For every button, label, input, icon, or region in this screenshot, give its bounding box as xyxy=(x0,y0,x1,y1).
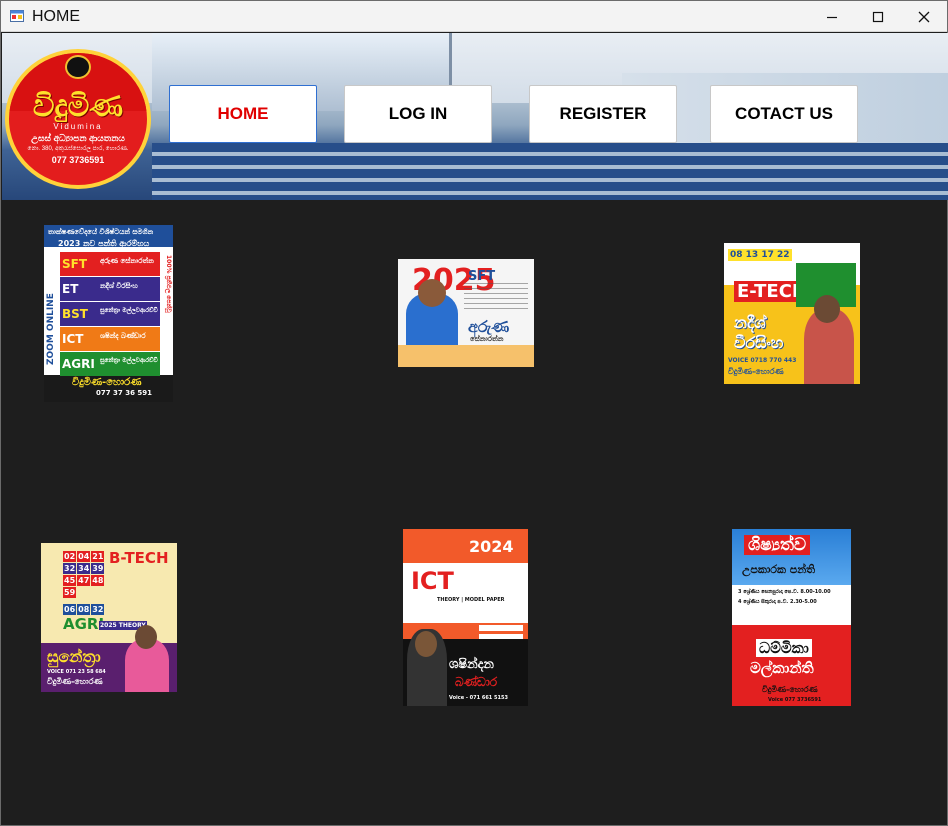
vidumina-logo: විදුමිණ Vidumina උසස් අධ්‍යාපන ආයතනය නො.… xyxy=(5,49,151,189)
logo-sub-text: Vidumina xyxy=(53,122,103,131)
title-bar[interactable]: HOME xyxy=(1,1,947,32)
poster-ict-2024[interactable]: 2024 ICT THEORY | MODEL PAPER ශෂින්දන බණ… xyxy=(403,529,528,706)
poster-sft-2025[interactable]: 2025 SFT අරුණ සේනාරත්න xyxy=(398,259,534,367)
close-button[interactable] xyxy=(901,1,947,32)
poster-tech-classes-2023[interactable]: තාක්ෂණවේදයේ විශිෂ්ටයන් සමගින 2023 නව පන්… xyxy=(44,225,173,402)
login-button[interactable]: LOG IN xyxy=(344,85,492,143)
minimize-icon xyxy=(827,16,837,18)
close-icon xyxy=(918,11,930,22)
poster-btech-agri[interactable]: 02 04 21 32 34 39 45 47 48 59 06 08 32 B… xyxy=(41,543,177,692)
logo-institute: උසස් අධ්‍යාපන ආයතනය xyxy=(31,133,125,143)
poster4-numbers: 02 04 21 32 34 39 45 47 48 59 xyxy=(63,551,105,598)
app-form-icon xyxy=(10,10,24,22)
crest-icon xyxy=(65,55,91,79)
home-button[interactable]: HOME xyxy=(169,85,317,143)
contact-us-button[interactable]: COTACT US xyxy=(710,85,858,143)
banner-desks xyxy=(152,143,948,200)
main-window: HOME විදුමිණ Vidumina උසස් අධ්‍යාපන ආයතන… xyxy=(0,0,948,826)
poster1-side-text: ZOOM ONLINE xyxy=(46,293,56,365)
poster-scholarship[interactable]: ශිෂ්‍යත්ව උපකාරක පන්ති 3 ශ්‍රේණිය සෙනසුර… xyxy=(732,529,851,706)
minimize-button[interactable] xyxy=(809,1,855,32)
logo-address: නො. 380, අකුරැස්සොරල පාර, හොරණ. xyxy=(27,146,129,152)
window-title: HOME xyxy=(32,8,80,25)
maximize-icon xyxy=(872,11,884,22)
maximize-button[interactable] xyxy=(855,1,901,32)
register-button[interactable]: REGISTER xyxy=(529,85,677,143)
logo-main-text: විදුමිණ xyxy=(32,89,124,124)
logo-phone: 077 3736591 xyxy=(51,155,105,165)
poster-etech[interactable]: 08 13 17 22 E-TECH නදීශ් වීරසිංහ VOICE 0… xyxy=(724,243,860,384)
poster1-subject-list: SFT අරුණ සේනාරත්න ET නදීශ් වීරසිංහ BST සුනේ… xyxy=(60,252,160,376)
